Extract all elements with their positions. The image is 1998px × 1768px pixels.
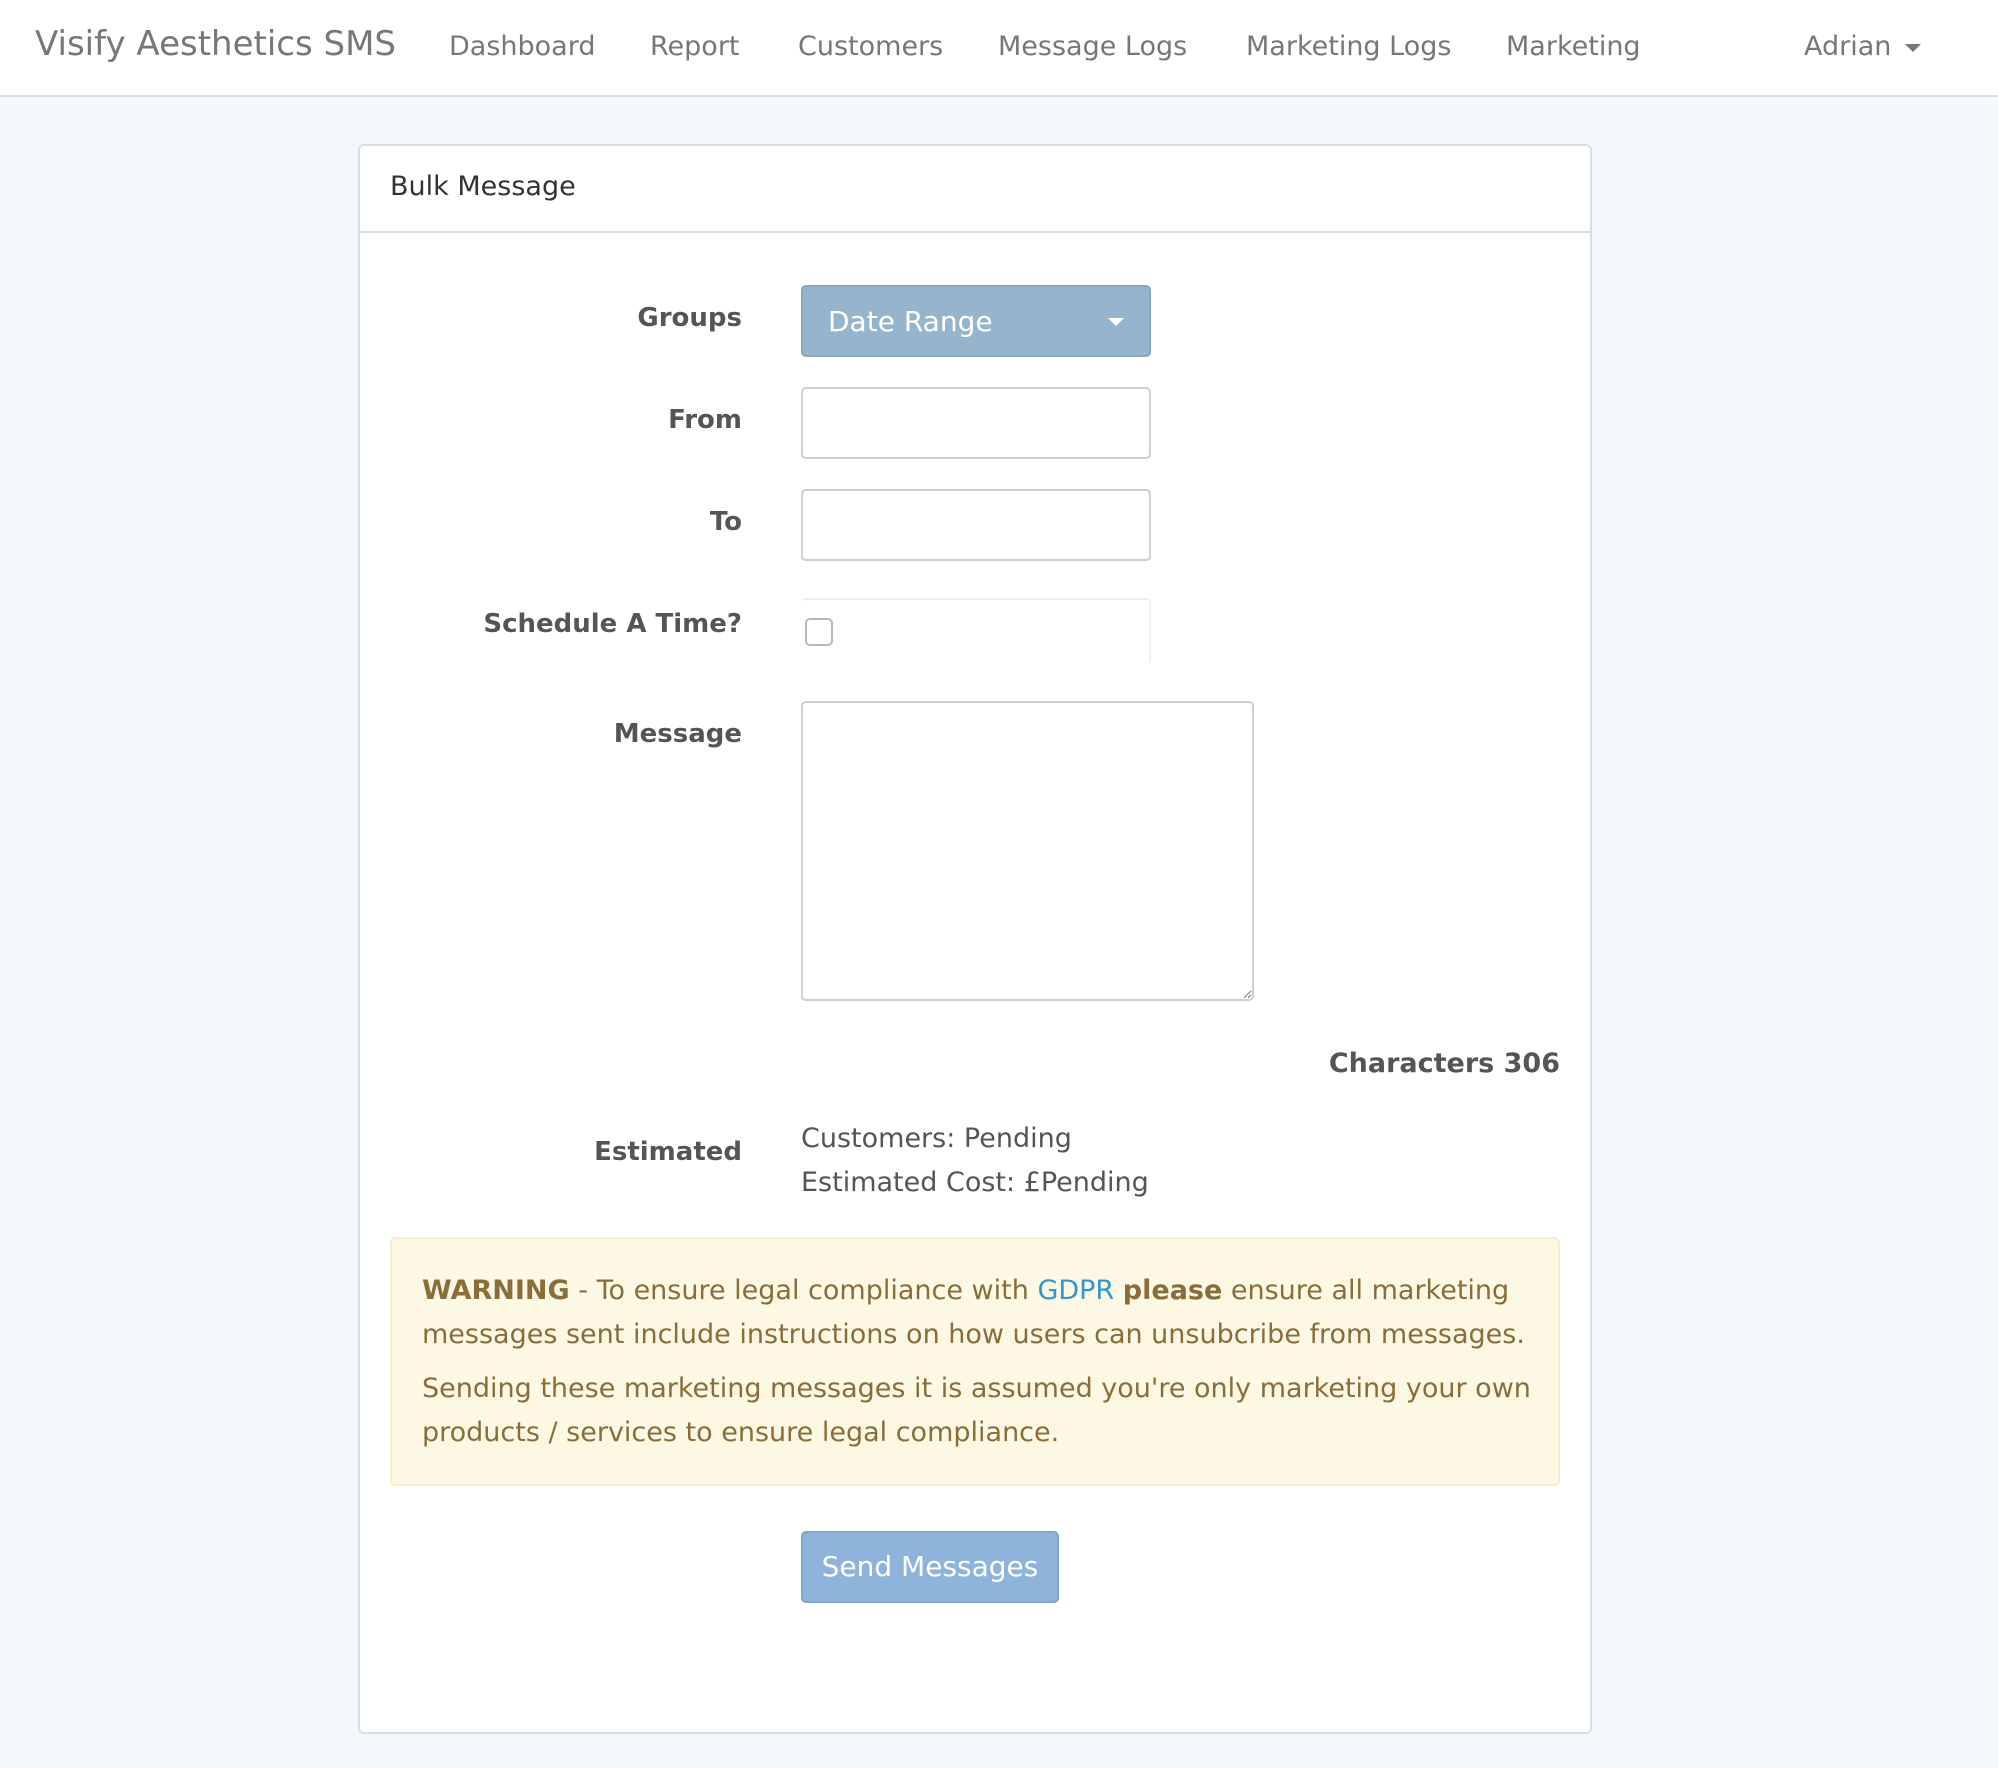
send-messages-button[interactable]: Send Messages — [801, 1531, 1059, 1603]
warning-space — [1114, 1275, 1123, 1306]
to-input[interactable] — [801, 489, 1151, 561]
groups-dropdown-value: Date Range — [828, 305, 993, 338]
message-textarea[interactable] — [801, 701, 1254, 1001]
nav-message-logs[interactable]: Message Logs — [998, 31, 1187, 62]
user-name: Adrian — [1804, 31, 1892, 62]
nav-customers[interactable]: Customers — [798, 31, 943, 62]
caret-down-icon — [1905, 43, 1922, 52]
top-navbar: Visify Aesthetics SMS Dashboard Report C… — [0, 0, 1998, 97]
nav-report[interactable]: Report — [650, 31, 740, 62]
character-count: Characters 306 — [1328, 1048, 1560, 1079]
please-strong: please — [1122, 1275, 1223, 1306]
warning-strong: WARNING — [422, 1275, 570, 1306]
schedule-label: Schedule A Time? — [483, 609, 742, 639]
brand-logo-text[interactable]: Visify Aesthetics SMS — [35, 24, 396, 64]
message-label: Message — [613, 719, 742, 749]
nav-dashboard[interactable]: Dashboard — [449, 31, 595, 62]
from-input[interactable] — [801, 387, 1151, 459]
user-menu[interactable]: Adrian — [1804, 31, 1922, 62]
to-label: To — [709, 507, 742, 537]
estimated-cost: Estimated Cost: £Pending — [801, 1167, 1149, 1198]
schedule-checkbox-wrap — [801, 598, 1151, 664]
groups-label: Groups — [637, 303, 742, 333]
gdpr-link[interactable]: GDPR — [1037, 1275, 1114, 1306]
estimated-customers: Customers: Pending — [801, 1123, 1072, 1154]
warning-paragraph-1: WARNING - To ensure legal compliance wit… — [422, 1269, 1532, 1357]
estimated-label: Estimated — [594, 1137, 742, 1167]
gdpr-warning-alert: WARNING - To ensure legal compliance wit… — [390, 1237, 1560, 1486]
form-labels: Groups From To Schedule A Time? Message … — [360, 146, 742, 1732]
groups-dropdown[interactable]: Date Range — [801, 285, 1151, 357]
from-label: From — [668, 405, 742, 435]
warning-text-1: - To ensure legal compliance with — [569, 1275, 1038, 1306]
schedule-checkbox[interactable] — [805, 618, 833, 646]
warning-paragraph-2: Sending these marketing messages it is a… — [422, 1373, 1531, 1448]
bulk-message-panel: Bulk Message Groups From To Schedule A T… — [358, 144, 1592, 1734]
nav-marketing-logs[interactable]: Marketing Logs — [1246, 31, 1451, 62]
chevron-down-icon — [1108, 318, 1124, 326]
nav-marketing[interactable]: Marketing — [1506, 31, 1641, 62]
